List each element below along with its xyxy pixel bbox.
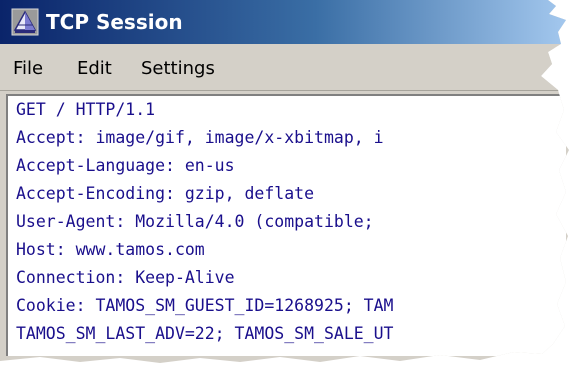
menu-edit[interactable]: Edit [77, 58, 112, 80]
session-line-host: Host: www.tamos.com [16, 240, 205, 259]
session-line-accept-encoding: Accept-Encoding: gzip, deflate [16, 184, 315, 203]
session-line-accept-language: Accept-Language: en-us [16, 156, 235, 175]
window-title: TCP Session [46, 10, 183, 34]
screenshot-stage: TCP Session File Edit Settings GET / HTT… [0, 0, 573, 370]
session-line-user-agent: User-Agent: Mozilla/4.0 (compatible; [16, 212, 384, 231]
menu-settings[interactable]: Settings [141, 58, 215, 80]
session-line-connection: Connection: Keep-Alive [16, 268, 235, 287]
session-line-accept: Accept: image/gif, image/x-xbitmap, i [16, 128, 384, 147]
session-line-cookie-continued: TAMOS_SM_LAST_ADV=22; TAMOS_SM_SALE_UT [16, 324, 394, 343]
session-text-area[interactable]: GET / HTTP/1.1 Accept: image/gif, image/… [6, 94, 566, 356]
tamos-pyramid-icon [11, 8, 39, 36]
title-bar[interactable]: TCP Session [0, 0, 569, 44]
session-line-request: GET / HTTP/1.1 [16, 100, 156, 119]
menu-file[interactable]: File [13, 58, 43, 80]
tcp-session-window: TCP Session File Edit Settings GET / HTT… [0, 0, 569, 363]
session-line-cookie: Cookie: TAMOS_SM_GUEST_ID=1268925; TAM [16, 296, 394, 315]
menu-bar: File Edit Settings [0, 48, 569, 91]
